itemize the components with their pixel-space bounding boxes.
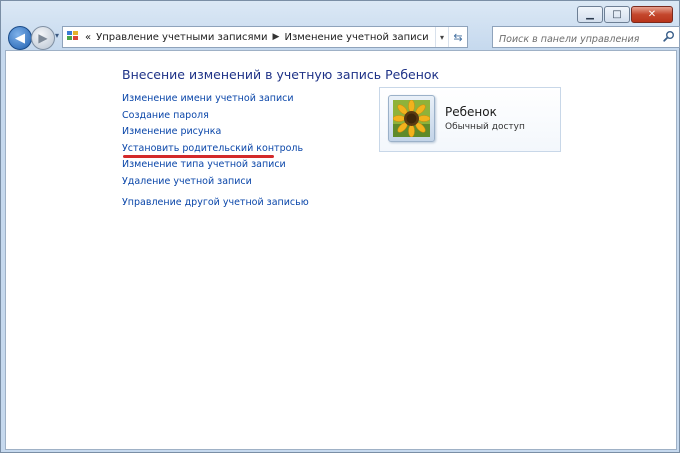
address-dropdown-button[interactable]: ▾ <box>435 27 448 47</box>
task-links: Изменение имени учетной записи Создание … <box>122 91 309 212</box>
highlight-underline <box>123 155 274 158</box>
search-input[interactable] <box>493 30 659 49</box>
minimize-button[interactable]: ▁ <box>577 6 603 23</box>
search-icon[interactable] <box>663 30 675 42</box>
account-type: Обычный доступ <box>445 122 525 132</box>
sunflower-icon <box>393 100 430 137</box>
search-box <box>492 26 680 49</box>
address-prefix[interactable]: « <box>85 32 91 43</box>
close-button[interactable]: ✕ <box>631 6 673 23</box>
page-title: Внесение изменений в учетную запись Ребе… <box>122 67 440 82</box>
account-name: Ребенок <box>445 105 497 119</box>
breadcrumb-accounts[interactable]: Управление учетными записями <box>96 32 267 43</box>
change-account-type-link[interactable]: Изменение типа учетной записи <box>122 157 309 174</box>
forward-button[interactable]: ▶ <box>31 26 55 50</box>
account-card: Ребенок Обычный доступ <box>379 87 561 152</box>
control-panel-window: ▁ □ ✕ ◀ ▶ ▾ « Управление учетными запися… <box>0 0 680 453</box>
delete-account-link[interactable]: Удаление учетной записи <box>122 174 309 191</box>
control-panel-icon <box>67 31 81 43</box>
manage-other-account-link[interactable]: Управление другой учетной записью <box>122 195 309 212</box>
change-picture-link[interactable]: Изменение рисунка <box>122 124 309 141</box>
address-bar[interactable]: « Управление учетными записями ▶ Изменен… <box>62 26 468 48</box>
avatar <box>388 95 435 142</box>
breadcrumb-separator-icon[interactable]: ▶ <box>273 32 280 42</box>
change-name-link[interactable]: Изменение имени учетной записи <box>122 91 309 108</box>
breadcrumb-change-account[interactable]: Изменение учетной записи <box>284 32 428 43</box>
maximize-button[interactable]: □ <box>604 6 630 23</box>
recent-pages-button[interactable]: ▾ <box>55 31 59 40</box>
back-button[interactable]: ◀ <box>8 26 32 50</box>
create-password-link[interactable]: Создание пароля <box>122 108 309 125</box>
refresh-button[interactable]: ⇆ <box>448 27 467 47</box>
navigation-bar: ◀ ▶ ▾ « Управление учетными записями ▶ И… <box>5 25 680 50</box>
caption-buttons: ▁ □ ✕ <box>576 6 673 23</box>
content-pane: Внесение изменений в учетную запись Ребе… <box>5 50 677 450</box>
